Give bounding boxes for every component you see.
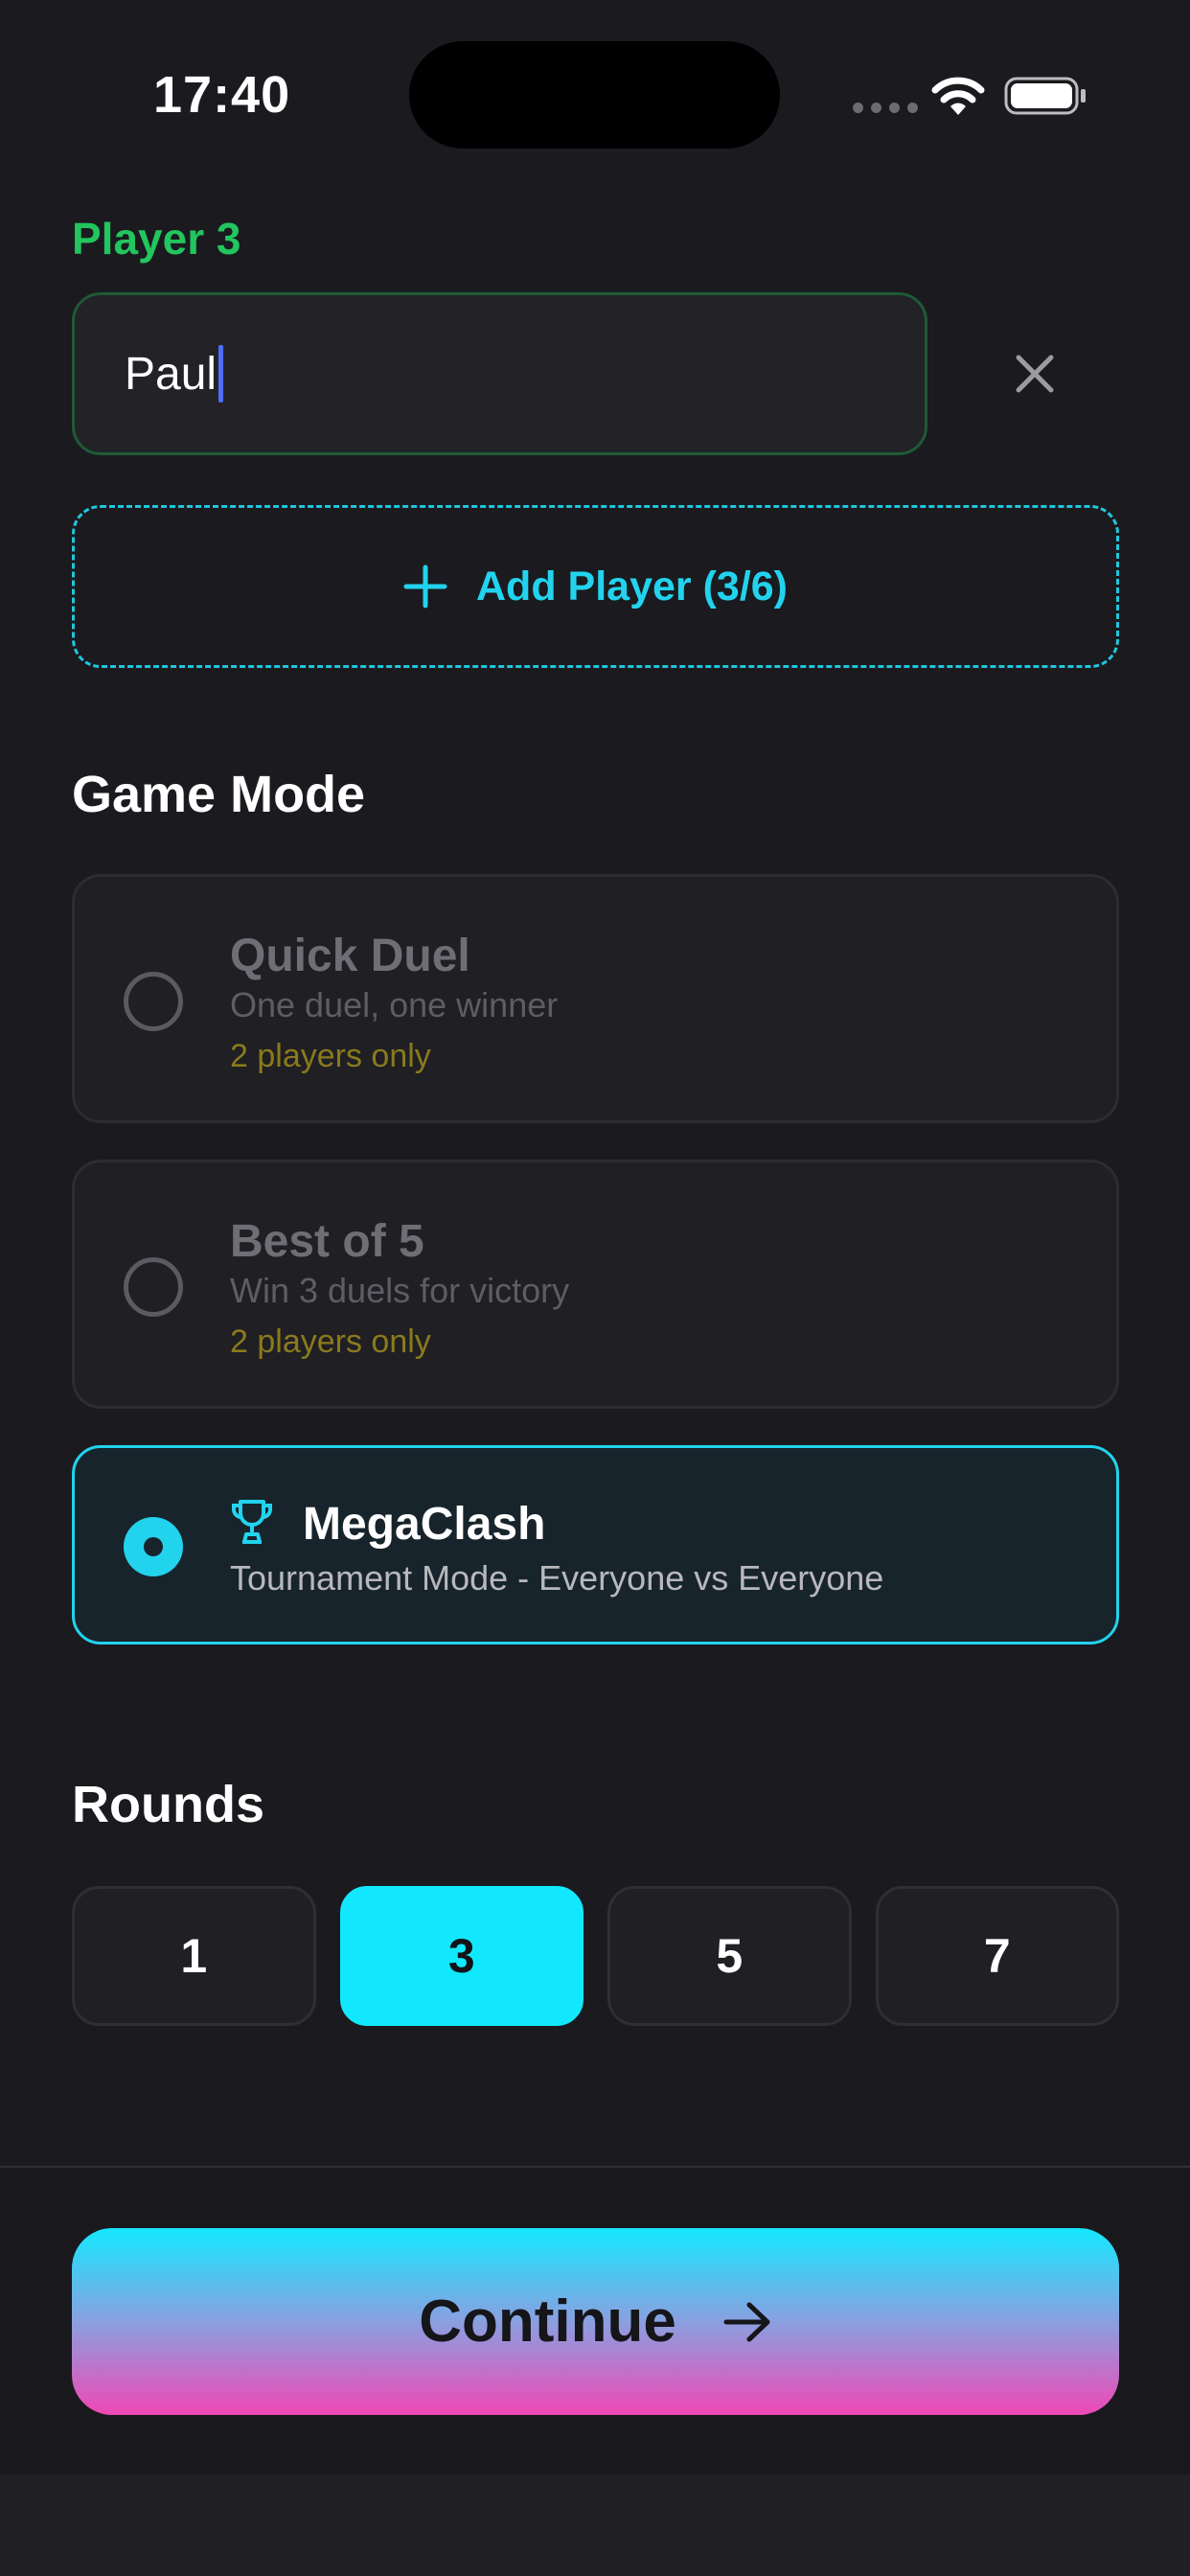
battery-icon: [1004, 77, 1086, 115]
mode-title: MegaClash: [303, 1499, 546, 1550]
mode-option-best-of-5[interactable]: Best of 5 Win 3 duels for victory 2 play…: [72, 1160, 1119, 1409]
trophy-icon: [232, 1500, 272, 1544]
radio-button[interactable]: [124, 1257, 183, 1317]
mode-subtitle: Tournament Mode - Everyone vs Everyone: [230, 1558, 884, 1598]
continue-button[interactable]: Continue: [72, 2228, 1119, 2415]
round-option-7[interactable]: 7: [875, 1886, 1119, 2026]
player-label: Player 3: [72, 214, 241, 264]
mode-option-quick-duel[interactable]: Quick Duel One duel, one winner 2 player…: [72, 874, 1119, 1123]
arrow-right-icon: [723, 2302, 770, 2341]
cellular-signal-icon: [853, 103, 918, 113]
mode-note: 2 players only: [230, 1038, 431, 1074]
add-player-button[interactable]: Add Player (3/6): [72, 505, 1119, 668]
rounds-selector: 1 3 5 7: [72, 1886, 1119, 2026]
mode-option-megaclash[interactable]: MegaClash Tournament Mode - Everyone vs …: [72, 1445, 1119, 1644]
home-indicator-area: [0, 2474, 1190, 2576]
player-name-value: Paul: [125, 348, 217, 400]
round-option-5[interactable]: 5: [607, 1886, 852, 2026]
mode-subtitle: Win 3 duels for victory: [230, 1271, 570, 1310]
mode-note: 2 players only: [230, 1323, 431, 1360]
text-caret: [218, 345, 224, 402]
status-time: 17:40: [153, 66, 291, 124]
mode-title: Best of 5: [230, 1216, 424, 1267]
player-name-input[interactable]: Paul: [72, 292, 927, 455]
mode-title: Quick Duel: [230, 931, 470, 981]
wifi-icon: [931, 77, 985, 115]
round-option-3[interactable]: 3: [339, 1886, 584, 2026]
radio-button[interactable]: [124, 972, 183, 1031]
continue-label: Continue: [419, 2288, 676, 2355]
add-player-label: Add Player (3/6): [476, 563, 788, 610]
game-mode-title: Game Mode: [72, 766, 366, 823]
radio-button-selected[interactable]: [124, 1517, 183, 1576]
round-option-1[interactable]: 1: [72, 1886, 316, 2026]
rounds-title: Rounds: [72, 1776, 264, 1833]
plus-icon: [403, 564, 447, 609]
dynamic-island: [409, 41, 780, 149]
status-bar: 17:40: [0, 0, 1190, 182]
close-icon[interactable]: [1011, 350, 1059, 398]
mode-subtitle: One duel, one winner: [230, 985, 559, 1024]
